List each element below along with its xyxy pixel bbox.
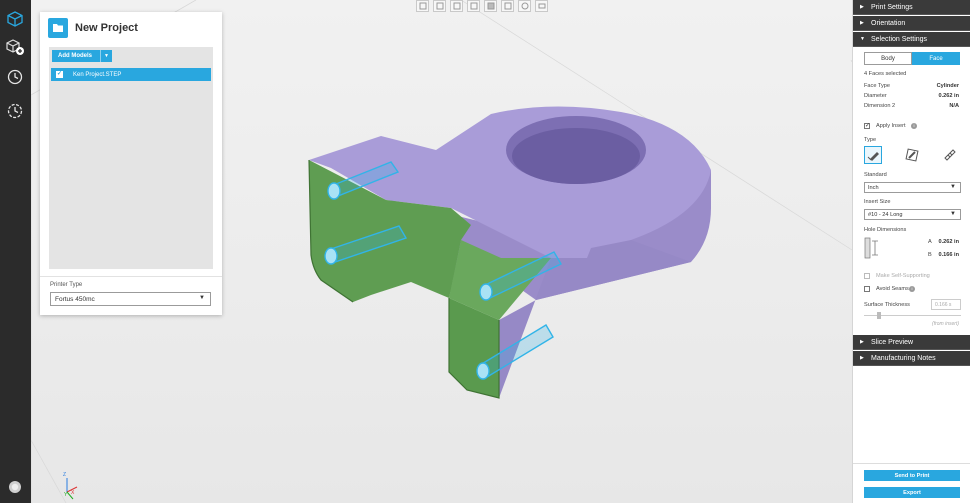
view-toolbar bbox=[416, 0, 548, 14]
cube-view-icon[interactable] bbox=[4, 8, 26, 30]
chevron-down-icon: ▼ bbox=[950, 211, 956, 217]
make-self-supporting-checkbox[interactable] bbox=[864, 273, 870, 279]
chevron-right-icon: ▶ bbox=[860, 20, 864, 26]
axis-x-label: X bbox=[71, 490, 75, 496]
faces-selected: 4 Faces selected bbox=[864, 71, 907, 77]
hole-a-letter: A bbox=[928, 239, 932, 245]
chevron-down-icon: ▼ bbox=[860, 36, 865, 42]
folder-icon bbox=[48, 18, 68, 38]
view-bottom-icon[interactable] bbox=[501, 0, 514, 12]
apply-insert-checkbox[interactable]: ✓ bbox=[864, 123, 870, 129]
dimension2-label: Dimension 2 bbox=[864, 103, 896, 109]
history-icon[interactable] bbox=[4, 66, 26, 88]
standard-select[interactable]: Inch ▼ bbox=[864, 182, 961, 193]
insert-size-select[interactable]: #10 - 24 Long ▼ bbox=[864, 209, 961, 220]
project-title[interactable]: New Project bbox=[75, 22, 138, 34]
diameter-label: Diameter bbox=[864, 93, 887, 99]
make-self-supporting-label: Make Self-Supporting bbox=[876, 273, 930, 279]
dimension2-value: N/A bbox=[949, 103, 959, 109]
type-label: Type bbox=[864, 137, 877, 143]
print-settings-label: Print Settings bbox=[871, 3, 913, 11]
hole-b-letter: B bbox=[928, 252, 932, 258]
insert-size-label: Insert Size bbox=[864, 199, 891, 205]
view-left-icon[interactable] bbox=[450, 0, 463, 12]
hole-a-value: 0.262 in bbox=[938, 239, 959, 245]
surface-thickness-label: Surface Thickness bbox=[864, 302, 910, 308]
insert-type-heatset-icon[interactable] bbox=[864, 146, 882, 164]
selection-settings-header[interactable]: ▼ Selection Settings bbox=[853, 32, 970, 47]
chevron-down-icon: ▼ bbox=[950, 184, 956, 190]
printer-type-select[interactable]: Fortus 450mc ▼ bbox=[50, 292, 211, 306]
printer-type-value: Fortus 450mc bbox=[55, 295, 95, 303]
view-right-icon[interactable] bbox=[467, 0, 480, 12]
face-type-label: Face Type bbox=[864, 83, 891, 89]
chevron-down-icon: ▼ bbox=[199, 295, 205, 301]
surface-thickness-value: 0.166 s bbox=[935, 301, 952, 308]
avoid-seams-label: Avoid Seams bbox=[876, 286, 909, 292]
timer-icon[interactable] bbox=[4, 100, 26, 122]
settings-panel: ▶ Print Settings ▶ Orientation ▼ Selecti… bbox=[852, 0, 970, 503]
standard-label: Standard bbox=[864, 172, 887, 178]
send-to-print-button[interactable]: Send to Print bbox=[864, 470, 960, 481]
model-checkbox[interactable]: ✓ bbox=[56, 71, 63, 78]
hole-b-value: 0.166 in bbox=[938, 252, 959, 258]
diameter-value: 0.262 in bbox=[938, 93, 959, 99]
tab-face-label: Face bbox=[929, 55, 943, 62]
export-label: Export bbox=[903, 489, 921, 496]
slice-preview-header[interactable]: ▶ Slice Preview bbox=[853, 335, 970, 350]
left-rail bbox=[0, 0, 31, 503]
info-icon[interactable]: i bbox=[909, 286, 915, 292]
view-iso-icon[interactable] bbox=[518, 0, 531, 12]
hole-diagram-icon bbox=[864, 237, 880, 259]
slice-preview-label: Slice Preview bbox=[871, 338, 914, 346]
divider bbox=[40, 276, 222, 277]
bottom-divider bbox=[853, 463, 970, 464]
model-name: Ken Project.STEP bbox=[73, 71, 122, 78]
axis-y-label: Y bbox=[64, 492, 68, 498]
slider-handle[interactable] bbox=[877, 312, 881, 319]
print-settings-header[interactable]: ▶ Print Settings bbox=[853, 0, 970, 15]
add-models-button[interactable]: Add Models ▼ bbox=[52, 50, 112, 62]
manufacturing-notes-label: Manufacturing Notes bbox=[871, 354, 936, 362]
surface-thickness-input[interactable]: 0.166 s bbox=[931, 299, 961, 310]
tab-body-label: Body bbox=[881, 55, 895, 62]
add-model-icon[interactable] bbox=[4, 36, 26, 58]
info-icon[interactable]: i bbox=[911, 123, 917, 129]
insert-type-thread-icon[interactable] bbox=[941, 146, 959, 164]
send-to-print-label: Send to Print bbox=[894, 472, 930, 479]
add-models-label: Add Models bbox=[58, 53, 92, 59]
apply-insert-label: Apply Insert bbox=[876, 123, 906, 129]
chevron-right-icon: ▶ bbox=[860, 339, 864, 345]
insert-size-value: #10 - 24 Long bbox=[868, 211, 903, 218]
selection-settings-label: Selection Settings bbox=[871, 35, 928, 43]
view-front-icon[interactable] bbox=[416, 0, 429, 12]
face-type-value: Cylinder bbox=[936, 83, 959, 89]
chevron-right-icon: ▶ bbox=[860, 4, 864, 10]
project-header: New Project bbox=[40, 12, 222, 46]
view-top-icon[interactable] bbox=[484, 0, 497, 12]
chevron-right-icon: ▶ bbox=[860, 355, 864, 361]
hole-dimensions-label: Hole Dimensions bbox=[864, 227, 907, 233]
from-insert-note: (from insert) bbox=[932, 321, 959, 327]
bulb-icon[interactable] bbox=[4, 476, 26, 498]
view-camera-icon[interactable] bbox=[535, 0, 548, 12]
tab-face[interactable]: Face bbox=[912, 52, 960, 65]
manufacturing-notes-header[interactable]: ▶ Manufacturing Notes bbox=[853, 351, 970, 366]
orientation-header[interactable]: ▶ Orientation bbox=[853, 16, 970, 31]
view-back-icon[interactable] bbox=[433, 0, 446, 12]
tab-body[interactable]: Body bbox=[864, 52, 912, 65]
orientation-label: Orientation bbox=[871, 19, 906, 27]
avoid-seams-checkbox[interactable] bbox=[864, 286, 870, 292]
printer-type-label: Printer Type bbox=[50, 282, 83, 288]
project-panel: New Project Add Models ▼ ✓ Ken Project.S… bbox=[40, 12, 222, 315]
insert-type-press-icon[interactable] bbox=[903, 146, 921, 164]
model-list-item[interactable]: ✓ Ken Project.STEP bbox=[51, 68, 211, 81]
chevron-down-icon[interactable]: ▼ bbox=[100, 50, 112, 62]
models-list: Add Models ▼ ✓ Ken Project.STEP bbox=[49, 47, 213, 269]
standard-value: Inch bbox=[868, 184, 879, 191]
axis-z-label: Z bbox=[63, 472, 67, 478]
export-button[interactable]: Export bbox=[864, 487, 960, 498]
